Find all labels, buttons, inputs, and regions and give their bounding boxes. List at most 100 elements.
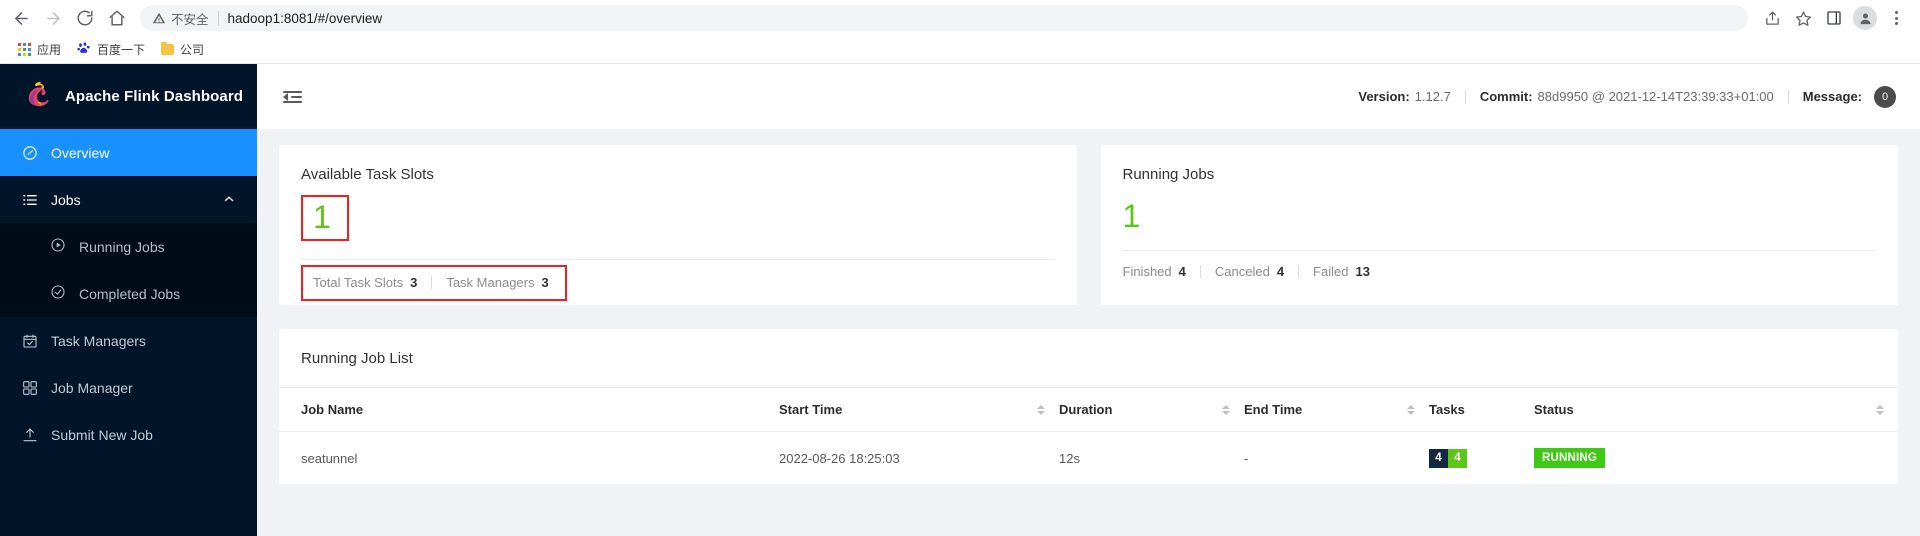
bookmark-company[interactable]: 公司 (153, 38, 212, 61)
card-title: Available Task Slots (301, 166, 434, 183)
card-running-jobs: Running Jobs 1 Finished 4 Canceled 4 Fai… (1100, 145, 1898, 305)
table-header-row: Job Name Start Time Duration End Time Ta… (279, 387, 1898, 432)
commit-label: Commit: (1479, 89, 1533, 104)
column-header-duration[interactable]: Duration (1059, 387, 1244, 432)
menu-fold-icon[interactable] (283, 89, 302, 105)
cell-job-name[interactable]: seatunnel (279, 432, 779, 485)
column-label: Job Name (301, 402, 364, 417)
profile-avatar[interactable] (1851, 4, 1879, 32)
column-header-start-time[interactable]: Start Time (779, 387, 1059, 432)
running-job-list-title: Running Job List (301, 350, 413, 367)
column-label: Tasks (1429, 402, 1465, 417)
folder-icon (161, 42, 175, 55)
calendar-check-icon (22, 333, 38, 349)
stat-label: Canceled (1214, 264, 1270, 279)
stat-value: 13 (1355, 264, 1370, 279)
share-icon[interactable] (1758, 4, 1786, 32)
sidebar-item-running-jobs[interactable]: Running Jobs (0, 223, 257, 270)
sidebar-item-label: Submit New Job (51, 426, 153, 443)
bookmark-star-icon[interactable] (1789, 4, 1817, 32)
stat-value: 4 (1276, 264, 1285, 279)
omnibox[interactable]: 不安全 hadoop1:8081/#/overview (140, 5, 1748, 31)
column-label: End Time (1244, 402, 1303, 417)
stat-label: Total Task Slots (313, 275, 404, 290)
sidebar-item-task-managers[interactable]: Task Managers (0, 317, 257, 364)
task-slots-stats: Total Task Slots 3 Task Managers 3 (301, 265, 567, 301)
browser-toolbar: 不安全 hadoop1:8081/#/overview (0, 0, 1920, 36)
more-menu-icon[interactable] (1882, 4, 1910, 32)
sidebar-item-label: Job Manager (51, 379, 133, 396)
running-jobs-stats: Finished 4 Canceled 4 Failed 13 (1123, 251, 1877, 294)
bookmark-baidu[interactable]: 百度一下 (69, 38, 153, 61)
play-circle-icon (50, 237, 66, 256)
sidebar-item-completed-jobs[interactable]: Completed Jobs (0, 270, 257, 317)
reload-icon[interactable] (70, 3, 100, 33)
sort-arrows-icon[interactable] (1222, 404, 1230, 415)
toolbar-actions (1758, 4, 1910, 32)
bookmark-label: 百度一下 (97, 43, 146, 57)
sidebar-item-label: Running Jobs (79, 238, 165, 255)
content-area: Available Task Slots 1 Total Task Slots … (257, 129, 1920, 536)
column-header-end-time[interactable]: End Time (1244, 387, 1429, 432)
apps-grid-icon (18, 43, 31, 56)
column-header-job-name[interactable]: Job Name (279, 387, 779, 432)
url-text: hadoop1:8081/#/overview (227, 10, 383, 26)
sidebar-item-label: Completed Jobs (79, 285, 181, 302)
bookmarks-bar: 应用 百度一下 公司 (0, 36, 1920, 64)
meta-divider (1787, 89, 1789, 104)
flink-dashboard: Apache Flink Dashboard Overview Jobs Run… (0, 64, 1920, 536)
omnibox-divider (217, 10, 219, 26)
bookmark-apps[interactable]: 应用 (10, 38, 69, 61)
security-warning[interactable]: 不安全 (152, 9, 209, 28)
running-job-list-card: Running Job List Job Name Start Time Dur… (279, 329, 1898, 484)
sort-arrows-icon[interactable] (1876, 404, 1884, 415)
commit-value: 88d9950 @ 2021-12-14T23:39:33+01:00 (1537, 89, 1774, 104)
forward-arrow-icon[interactable] (38, 3, 68, 33)
column-header-status[interactable]: Status (1534, 387, 1898, 432)
stat-divider (1199, 265, 1201, 278)
running-jobs-value: 1 (1122, 198, 1141, 234)
sidebar-item-job-manager[interactable]: Job Manager (0, 364, 257, 411)
check-circle-icon (50, 284, 66, 303)
column-label: Status (1534, 402, 1574, 417)
warning-triangle-icon (152, 12, 166, 24)
sidebar-item-jobs[interactable]: Jobs (0, 176, 257, 223)
cell-tasks: 4 4 (1429, 432, 1534, 485)
column-header-tasks[interactable]: Tasks (1429, 387, 1534, 432)
sort-arrows-icon[interactable] (1407, 404, 1415, 415)
version-meta: Version: 1.12.7 (1358, 89, 1450, 104)
column-label: Start Time (779, 402, 843, 417)
home-icon[interactable] (102, 3, 132, 33)
brand-title: Apache Flink Dashboard (65, 88, 244, 105)
sidebar-item-overview[interactable]: Overview (0, 129, 257, 176)
cell-start-time: 2022-08-26 18:25:03 (779, 450, 900, 466)
tasks-total: 4 (1429, 448, 1448, 468)
card-title: Running Jobs (1122, 166, 1215, 183)
tasks-running: 4 (1448, 448, 1467, 468)
side-panel-icon[interactable] (1820, 4, 1848, 32)
card-divider (301, 259, 1055, 260)
message-count-badge[interactable]: 0 (1874, 85, 1896, 108)
sort-arrows-icon[interactable] (1037, 404, 1045, 415)
stat-value: 3 (541, 275, 549, 290)
main-area: Version: 1.12.7 Commit: 88d9950 @ 2021-12-… (257, 64, 1920, 536)
chevron-up-icon[interactable] (223, 192, 235, 208)
cell-duration: 12s (1059, 450, 1080, 466)
running-job-table: Job Name Start Time Duration End Time Ta… (279, 387, 1898, 484)
status-badge: RUNNING (1534, 448, 1606, 468)
bookmark-label: 应用 (37, 43, 62, 57)
version-label: Version: (1358, 89, 1410, 104)
baidu-icon (77, 41, 91, 58)
table-row[interactable]: seatunnel 2022-08-26 18:25:03 12s - 4 4 (279, 432, 1898, 485)
brand[interactable]: Apache Flink Dashboard (0, 64, 257, 129)
sidebar-item-submit-new-job[interactable]: Submit New Job (0, 411, 257, 458)
list-icon (22, 192, 38, 208)
bookmark-label: 公司 (180, 43, 205, 57)
upload-icon (22, 427, 38, 443)
summary-cards-row: Available Task Slots 1 Total Task Slots … (279, 145, 1898, 305)
cell-status: RUNNING (1534, 432, 1898, 485)
commit-meta: Commit: 88d9950 @ 2021-12-14T23:39:33+01:… (1480, 89, 1774, 104)
sidebar: Apache Flink Dashboard Overview Jobs Run… (0, 64, 257, 536)
back-arrow-icon[interactable] (6, 3, 36, 33)
column-label: Duration (1059, 402, 1113, 417)
